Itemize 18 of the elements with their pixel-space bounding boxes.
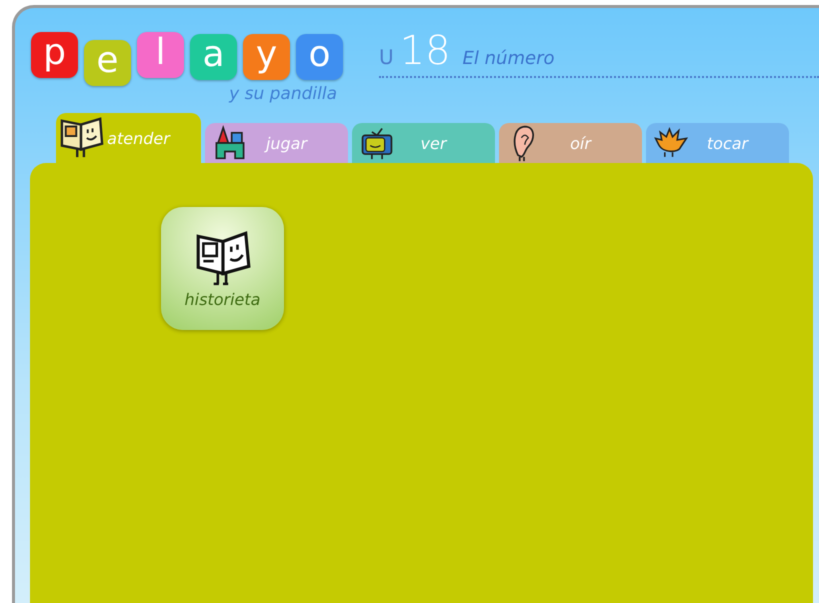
tab[interactable]: ver <box>352 123 495 163</box>
logo-letter: y <box>243 34 290 80</box>
logo-letter: o <box>296 34 343 80</box>
logo-letter: a <box>190 34 237 80</box>
unit-prefix: U <box>379 45 394 69</box>
unit-number: 18 <box>400 28 451 74</box>
comic-button[interactable]: historieta <box>161 207 284 330</box>
tab[interactable]: jugar <box>205 123 348 163</box>
tab[interactable]: atender <box>56 113 201 163</box>
tab[interactable]: tocar <box>646 123 789 163</box>
toy-blocks-icon <box>213 124 247 162</box>
logo-letter: l <box>137 32 184 78</box>
logo-letter: e <box>84 40 131 86</box>
book-icon <box>58 115 106 159</box>
logo-subtitle: y su pandilla <box>229 84 337 104</box>
unit-title: El número <box>462 48 554 69</box>
tab[interactable]: oír <box>499 123 642 163</box>
logo-letter: p <box>31 32 78 78</box>
